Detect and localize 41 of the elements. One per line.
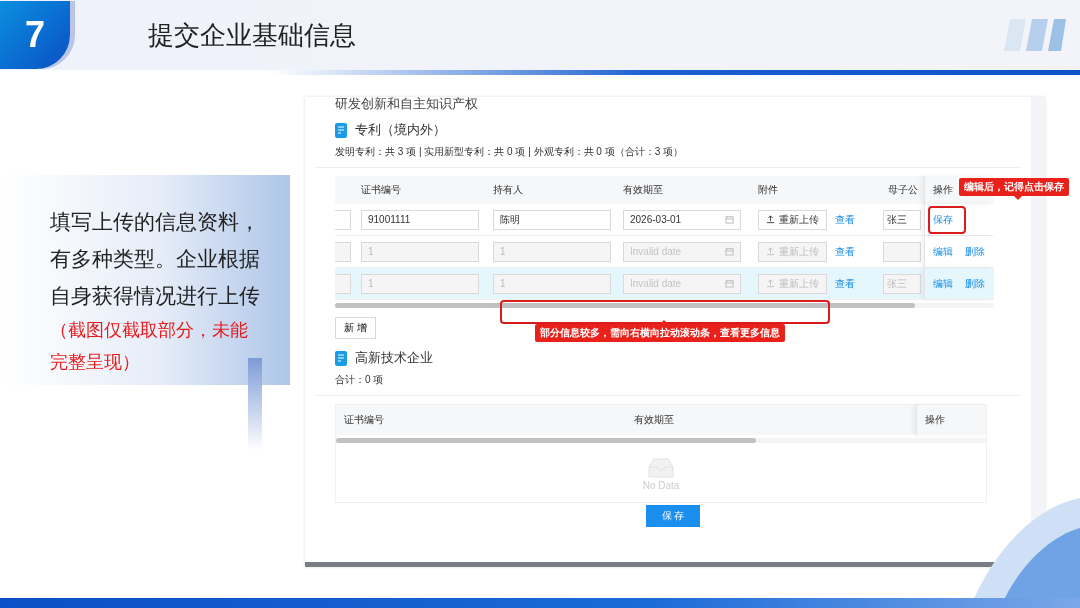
upload-button[interactable]: 重新上传	[758, 209, 827, 230]
slide-title: 提交企业基础信息	[148, 18, 356, 52]
calendar-icon	[725, 247, 734, 256]
note-text: （截图仅截取部分，未能完整呈现）	[50, 319, 249, 374]
column-header: 证书编号	[361, 183, 401, 197]
input-field[interactable]: 张三	[883, 209, 921, 230]
save-button[interactable]: 保 存	[645, 505, 701, 527]
input-field[interactable]: 2026-03-01	[623, 209, 741, 230]
summary-text: 发明专利：共 3 项 | 实用新型专利：共 0 项 | 外观专利：共 0 项（合计：3 项）	[335, 145, 684, 159]
highlight-frame	[928, 206, 966, 234]
scrollbar[interactable]	[336, 438, 986, 443]
column-header: 附件	[758, 183, 778, 197]
column-header: 持有人	[493, 183, 523, 197]
column-header: 有效期至	[623, 183, 663, 197]
action-link[interactable]: 保存	[933, 212, 953, 227]
view-link[interactable]: 查看	[835, 212, 855, 227]
stripes-decoration	[1004, 19, 1066, 51]
upload-icon	[766, 279, 775, 288]
scrollbar[interactable]	[335, 303, 994, 308]
document-icon	[335, 350, 347, 366]
upload-icon	[766, 215, 775, 224]
calendar-icon	[725, 215, 734, 224]
column-header: 操作	[925, 413, 945, 427]
input-field[interactable]: 陈明	[493, 209, 611, 230]
description-text: 填写上传的信息资料，有多种类型。企业根据自身获得情况进行上传	[50, 209, 260, 309]
inbox-icon	[647, 457, 675, 478]
input-field[interactable]	[335, 209, 351, 230]
calendar-icon	[725, 279, 734, 288]
summary-text: 合计：0 项	[335, 373, 385, 387]
upload-icon	[766, 247, 775, 256]
column-header: 有效期至	[634, 413, 674, 427]
section-title: 高新技术企业	[355, 349, 433, 367]
document-icon	[335, 122, 347, 138]
column-header: 证书编号	[344, 413, 384, 427]
column-header: 操作	[933, 183, 953, 197]
column-header: 母子公	[888, 183, 918, 197]
add-button[interactable]: 新 增	[335, 317, 376, 339]
input-field[interactable]: 91001111	[361, 209, 479, 230]
section-title: 专利（境内外）	[355, 121, 446, 139]
section-heading: 研发创新和自主知识产权	[335, 97, 479, 111]
table-row[interactable]: 91001111 陈明 2026-03-01 重新上传 查看 张三 保存	[335, 204, 994, 236]
